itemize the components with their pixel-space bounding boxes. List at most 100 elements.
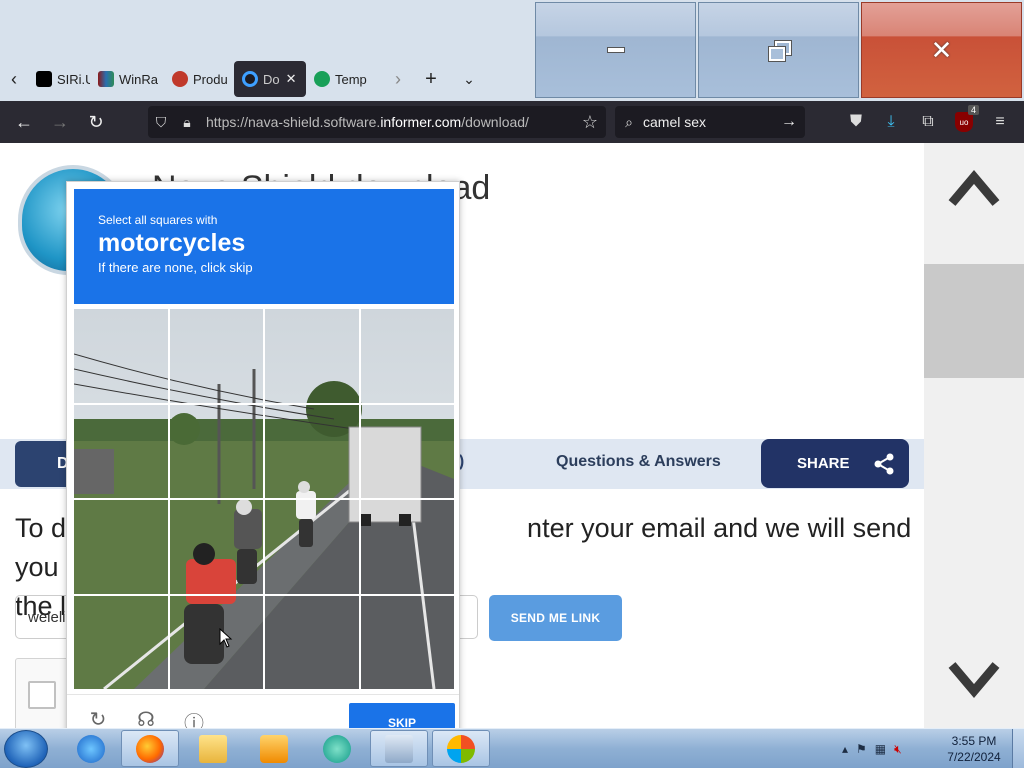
close-window-button[interactable]: ✕	[861, 2, 1022, 98]
captcha-tile-image	[169, 500, 263, 594]
captcha-hint: If there are none, click skip	[98, 260, 253, 275]
pocket-icon[interactable]: ⛊	[840, 106, 872, 138]
captcha-tile[interactable]	[265, 500, 359, 594]
share-button[interactable]: SHARE	[761, 439, 909, 488]
tab-questions-answers[interactable]: Questions & Answers	[556, 453, 721, 471]
url-text: https://nava-shield.software.informer.co…	[206, 114, 529, 130]
scroll-down-chevron-icon[interactable]	[946, 655, 1002, 705]
search-icon: ⌕	[625, 113, 633, 130]
captcha-tile[interactable]	[265, 404, 359, 498]
tracking-shield-icon[interactable]: ⛉	[148, 114, 174, 131]
volume-muted-icon[interactable]: 🔇︎	[894, 742, 902, 757]
start-button[interactable]	[4, 730, 48, 768]
tab-favicon-icon	[36, 71, 52, 87]
captcha-tile-image	[74, 595, 168, 689]
minimize-button[interactable]	[535, 2, 696, 98]
scroll-tabs-right-icon[interactable]: ›	[384, 61, 412, 97]
list-tabs-chevron-icon[interactable]: ⌄	[450, 61, 488, 97]
firefox-icon	[136, 734, 164, 763]
menu-hamburger-icon[interactable]: ≡	[984, 106, 1016, 138]
back-arrow-icon[interactable]: ←	[6, 106, 42, 138]
tab-favicon-icon	[172, 71, 188, 87]
search-go-arrow-icon[interactable]: →	[781, 113, 797, 131]
captcha-tile[interactable]	[169, 404, 263, 498]
captcha-tile-image	[74, 404, 168, 498]
media-player-icon	[260, 734, 288, 763]
restore-icon	[767, 40, 792, 62]
captcha-tile-image	[360, 309, 454, 403]
scroll-tabs-left-icon[interactable]: ‹	[0, 61, 28, 97]
restore-button[interactable]	[698, 2, 859, 98]
captcha-tile[interactable]	[74, 500, 168, 594]
tab-siri[interactable]: SIRi.U	[28, 61, 90, 97]
captcha-tile[interactable]	[360, 500, 454, 594]
bookmark-star-icon[interactable]: ☆	[582, 112, 598, 133]
tab-label: Temp	[335, 71, 367, 87]
tab-label: WinRa	[119, 71, 159, 87]
mouse-cursor-icon	[219, 628, 233, 648]
captcha-tile-image	[74, 500, 168, 594]
tab-temp[interactable]: Temp	[306, 61, 384, 97]
taskbar-firefox[interactable]	[121, 730, 179, 767]
new-tab-icon[interactable]: +	[412, 61, 450, 97]
captcha-tile-image	[360, 500, 454, 594]
captcha-tile[interactable]	[74, 595, 168, 689]
taskbar-windows-app[interactable]	[432, 730, 490, 767]
search-value: camel sex	[643, 114, 707, 130]
clock-date: 7/22/2024	[947, 750, 1001, 764]
tab-download-active[interactable]: Do ✕	[234, 61, 306, 97]
tab-favicon-icon	[242, 71, 258, 87]
captcha-tile[interactable]	[169, 500, 263, 594]
lock-icon[interactable]: 🔒︎	[174, 114, 200, 131]
scrollbar-thumb[interactable]	[924, 264, 1024, 378]
captcha-tile[interactable]	[360, 309, 454, 403]
close-icon: ✕	[930, 34, 953, 65]
ublock-extension-button[interactable]: uo 4	[948, 105, 980, 138]
taskbar-clock[interactable]: 3:55 PM 7/22/2024	[940, 733, 1008, 765]
folder-icon	[199, 734, 227, 763]
scroll-up-chevron-icon[interactable]	[946, 163, 1002, 213]
page-scroller-panel	[924, 143, 1024, 728]
tabs-row: ‹ SIRi.U WinRa Produ Do ✕ Temp › + ⌄	[0, 58, 488, 100]
taskbar-internet-explorer[interactable]	[62, 730, 120, 767]
captcha-tile[interactable]	[169, 595, 263, 689]
taskbar-media-player[interactable]	[245, 730, 303, 767]
captcha-tile[interactable]	[360, 595, 454, 689]
action-center-flag-icon[interactable]: ⚑	[856, 742, 867, 756]
search-bar[interactable]: ⌕ camel sex →	[615, 106, 805, 138]
captcha-header: Select all squares with motorcycles If t…	[74, 189, 454, 304]
captcha-tile[interactable]	[74, 309, 168, 403]
send-me-link-button[interactable]: SEND ME LINK	[489, 595, 622, 641]
taskbar-control-panel[interactable]	[370, 730, 428, 767]
downloads-icon[interactable]: ⤓	[875, 106, 907, 138]
taskbar-app-green[interactable]	[308, 730, 366, 767]
captcha-tile[interactable]	[265, 595, 359, 689]
share-label: SHARE	[797, 455, 850, 472]
network-icon[interactable]: ▦	[875, 742, 886, 756]
close-tab-icon[interactable]: ✕	[286, 71, 297, 87]
minimize-icon	[606, 47, 625, 53]
forward-arrow-icon[interactable]: →	[42, 106, 78, 138]
reload-icon[interactable]: ↻	[78, 106, 114, 138]
captcha-tile-image	[360, 595, 454, 689]
windows-logo-icon	[447, 734, 475, 763]
clock-time: 3:55 PM	[951, 734, 997, 748]
show-hidden-icons-icon[interactable]: ▴	[842, 742, 848, 756]
captcha-tile-image	[265, 595, 359, 689]
captcha-tile[interactable]	[265, 309, 359, 403]
extensions-puzzle-icon[interactable]: ⧉	[912, 106, 944, 138]
internet-explorer-icon	[77, 734, 105, 763]
tab-winrar[interactable]: WinRa	[90, 61, 164, 97]
captcha-tile[interactable]	[169, 309, 263, 403]
url-bar[interactable]: ⛉ 🔒︎ https://nava-shield.software.inform…	[148, 106, 606, 138]
show-desktop-button[interactable]	[1012, 729, 1024, 768]
captcha-tile-image	[360, 404, 454, 498]
tab-produ[interactable]: Produ	[164, 61, 234, 97]
windows-taskbar: ▴ ⚑ ▦ 🔇︎ 3:55 PM 7/22/2024	[0, 728, 1024, 768]
captcha-tile[interactable]	[360, 404, 454, 498]
taskbar-explorer[interactable]	[184, 730, 242, 767]
app-icon	[323, 734, 351, 763]
captcha-image-grid	[74, 309, 454, 689]
captcha-tile[interactable]	[74, 404, 168, 498]
recaptcha-checkbox[interactable]	[28, 681, 56, 709]
